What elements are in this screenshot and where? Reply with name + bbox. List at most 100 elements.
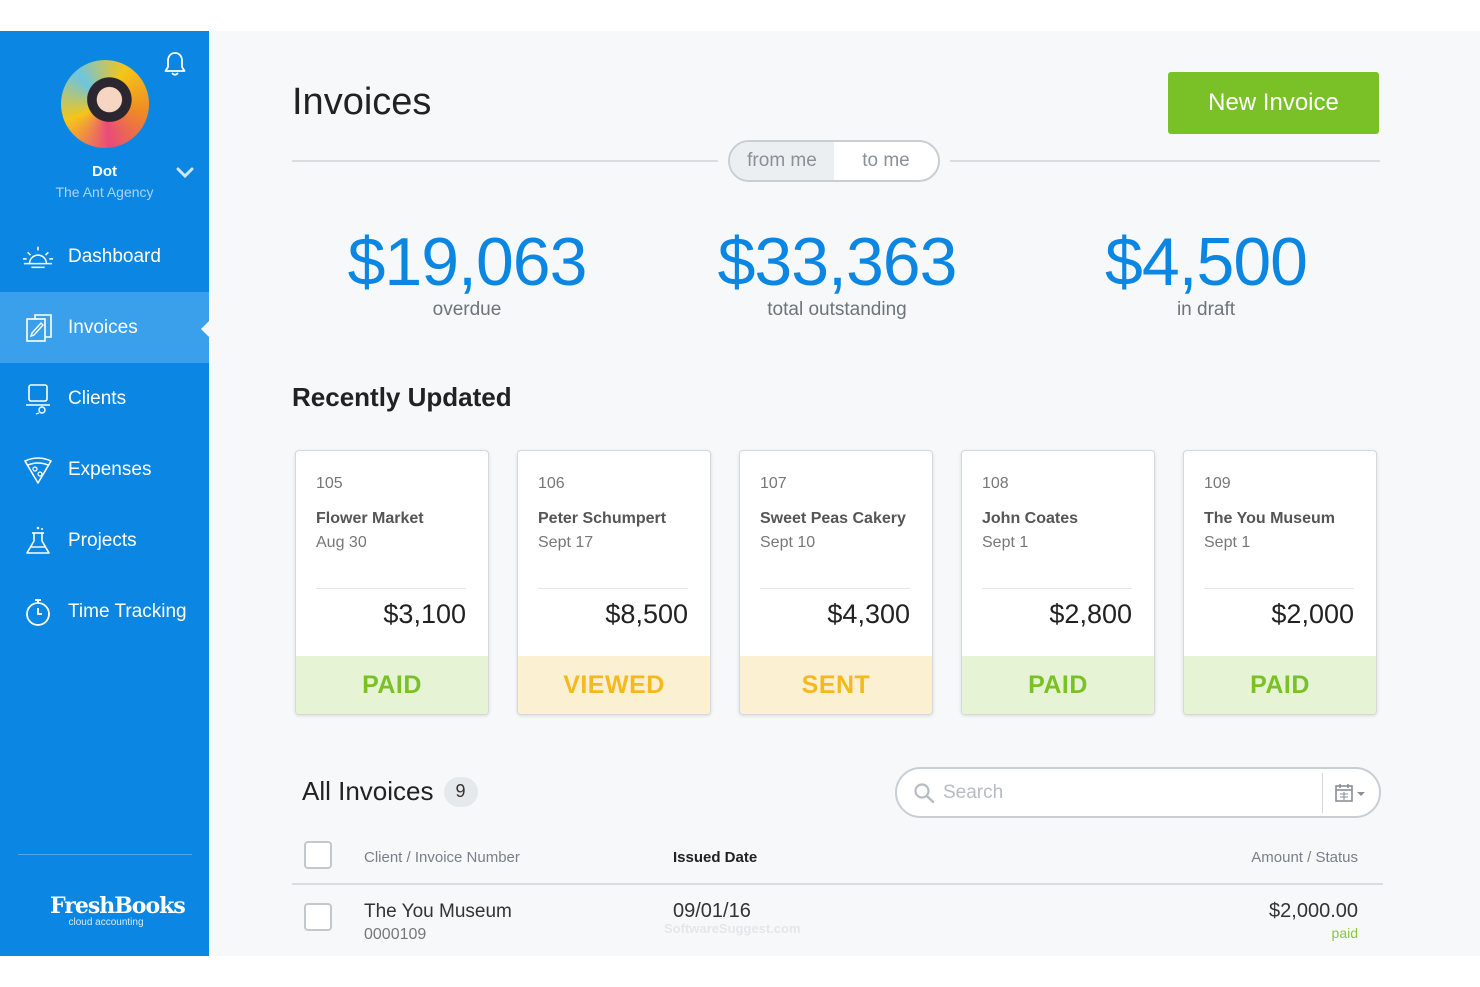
stat-value: $19,063 <box>347 224 588 300</box>
stat-overdue[interactable]: $19,063 overdue <box>297 223 637 321</box>
user-organization: The Ant Agency <box>55 184 154 200</box>
table-header-divider <box>292 883 1383 885</box>
flask-icon <box>22 525 54 557</box>
card-divider <box>760 588 910 589</box>
sidebar-item-invoices[interactable]: Invoices <box>0 292 209 363</box>
recently-updated-title: Recently Updated <box>292 382 512 412</box>
toggle-to-me[interactable]: to me <box>834 142 938 180</box>
row-client: The You Museum <box>364 901 512 922</box>
all-invoices-title: All Invoices <box>302 776 434 806</box>
column-header-amount[interactable]: Amount / Status <box>1251 849 1358 866</box>
sidebar-item-label: Dashboard <box>68 245 161 267</box>
app-frame: Dot The Ant Agency Dashboard Invoices Cl… <box>0 31 1480 956</box>
column-header-issued-date[interactable]: Issued Date <box>673 849 757 866</box>
card-client: Sweet Peas Cakery <box>760 510 906 527</box>
divider-line <box>950 160 1380 162</box>
watermark: SoftwareSuggest.com <box>664 921 801 936</box>
stat-total-outstanding[interactable]: $33,363 total outstanding <box>667 223 1007 321</box>
sidebar-item-projects[interactable]: Projects <box>0 505 209 576</box>
status-badge: VIEWED <box>518 656 710 714</box>
card-amount: $3,100 <box>383 599 466 629</box>
card-divider <box>316 588 466 589</box>
stat-label: overdue <box>432 299 502 320</box>
search-box <box>895 767 1381 818</box>
card-divider <box>1204 588 1354 589</box>
row-invoice-number: 0000109 <box>364 926 427 943</box>
sidebar-item-time-tracking[interactable]: Time Tracking <box>0 576 209 647</box>
stat-label: in draft <box>1176 299 1236 320</box>
card-amount: $4,300 <box>827 599 910 629</box>
row-amount: $2,000.00 <box>1269 900 1358 922</box>
card-date: Sept 10 <box>760 534 816 551</box>
card-date: Aug 30 <box>316 534 367 551</box>
search-divider <box>1322 773 1323 813</box>
stat-in-draft[interactable]: $4,500 in draft <box>1036 223 1376 321</box>
sidebar-item-label: Time Tracking <box>68 600 187 622</box>
card-client: Peter Schumpert <box>538 510 667 527</box>
clients-icon <box>22 383 54 415</box>
card-invoice-number: 108 <box>982 475 1009 492</box>
toggle-from-me[interactable]: from me <box>730 142 834 180</box>
status-badge: PAID <box>962 656 1154 714</box>
card-amount: $2,000 <box>1271 599 1354 629</box>
invoice-card[interactable]: 108 John Coates Sept 1 $2,800 PAID <box>961 450 1155 715</box>
stat-value: $33,363 <box>717 224 958 300</box>
new-invoice-button[interactable]: New Invoice <box>1168 72 1379 134</box>
card-divider <box>538 588 688 589</box>
search-input[interactable] <box>943 778 1313 808</box>
card-invoice-number: 109 <box>1204 475 1231 492</box>
invoice-icon <box>22 312 54 344</box>
stat-label: total outstanding <box>767 299 907 320</box>
sidebar-item-clients[interactable]: Clients <box>0 363 209 434</box>
row-status: paid <box>1331 925 1358 941</box>
card-client: John Coates <box>982 510 1079 527</box>
card-amount: $8,500 <box>605 599 688 629</box>
page-title: Invoices <box>292 81 432 123</box>
stat-value: $4,500 <box>1105 224 1308 300</box>
card-date: Sept 1 <box>1204 534 1251 551</box>
sidebar-item-label: Invoices <box>68 316 138 338</box>
sidebar-item-label: Clients <box>68 387 127 409</box>
invoice-count-badge: 9 <box>443 776 478 807</box>
card-invoice-number: 106 <box>538 475 565 492</box>
direction-toggle: from me to me <box>728 140 940 182</box>
chevron-down-icon[interactable] <box>176 167 194 179</box>
invoice-card[interactable]: 107 Sweet Peas Cakery Sept 10 $4,300 SEN… <box>739 450 933 715</box>
sidebar-item-label: Expenses <box>68 458 152 480</box>
select-all-checkbox[interactable] <box>304 841 332 869</box>
bell-icon[interactable] <box>164 51 186 77</box>
card-invoice-number: 107 <box>760 475 787 492</box>
card-divider <box>982 588 1132 589</box>
card-client: Flower Market <box>316 510 424 527</box>
row-issued-date: 09/01/16 <box>673 900 751 922</box>
status-badge: SENT <box>740 656 932 714</box>
avatar[interactable] <box>58 57 152 151</box>
sidebar-nav: Dashboard Invoices Clients Expenses Proj… <box>0 221 209 647</box>
freshbooks-logo: FreshBooks cloud accounting <box>50 893 186 928</box>
expenses-icon <box>22 454 54 486</box>
column-header-client[interactable]: Client / Invoice Number <box>364 849 520 866</box>
divider-line <box>292 160 718 162</box>
card-amount: $2,800 <box>1049 599 1132 629</box>
card-client: The You Museum <box>1204 510 1335 527</box>
date-filter-button[interactable] <box>1333 781 1371 805</box>
sidebar-divider <box>18 854 192 855</box>
stopwatch-icon <box>22 596 54 628</box>
invoice-card[interactable]: 106 Peter Schumpert Sept 17 $8,500 VIEWE… <box>517 450 711 715</box>
sun-icon <box>22 241 54 273</box>
card-invoice-number: 105 <box>316 475 343 492</box>
row-checkbox[interactable] <box>304 903 332 931</box>
invoice-card[interactable]: 105 Flower Market Aug 30 $3,100 PAID <box>295 450 489 715</box>
card-date: Sept 1 <box>982 534 1029 551</box>
search-icon <box>914 783 935 804</box>
status-badge: PAID <box>296 656 488 714</box>
calendar-icon <box>1335 784 1365 802</box>
card-date: Sept 17 <box>538 534 594 551</box>
sidebar-item-label: Projects <box>68 529 137 551</box>
sidebar-item-expenses[interactable]: Expenses <box>0 434 209 505</box>
invoice-card[interactable]: 109 The You Museum Sept 1 $2,000 PAID <box>1183 450 1377 715</box>
sidebar: Dot The Ant Agency Dashboard Invoices Cl… <box>0 31 209 956</box>
sidebar-item-dashboard[interactable]: Dashboard <box>0 221 209 292</box>
all-invoices-heading: All Invoices 9 <box>302 776 478 807</box>
status-badge: PAID <box>1184 656 1376 714</box>
